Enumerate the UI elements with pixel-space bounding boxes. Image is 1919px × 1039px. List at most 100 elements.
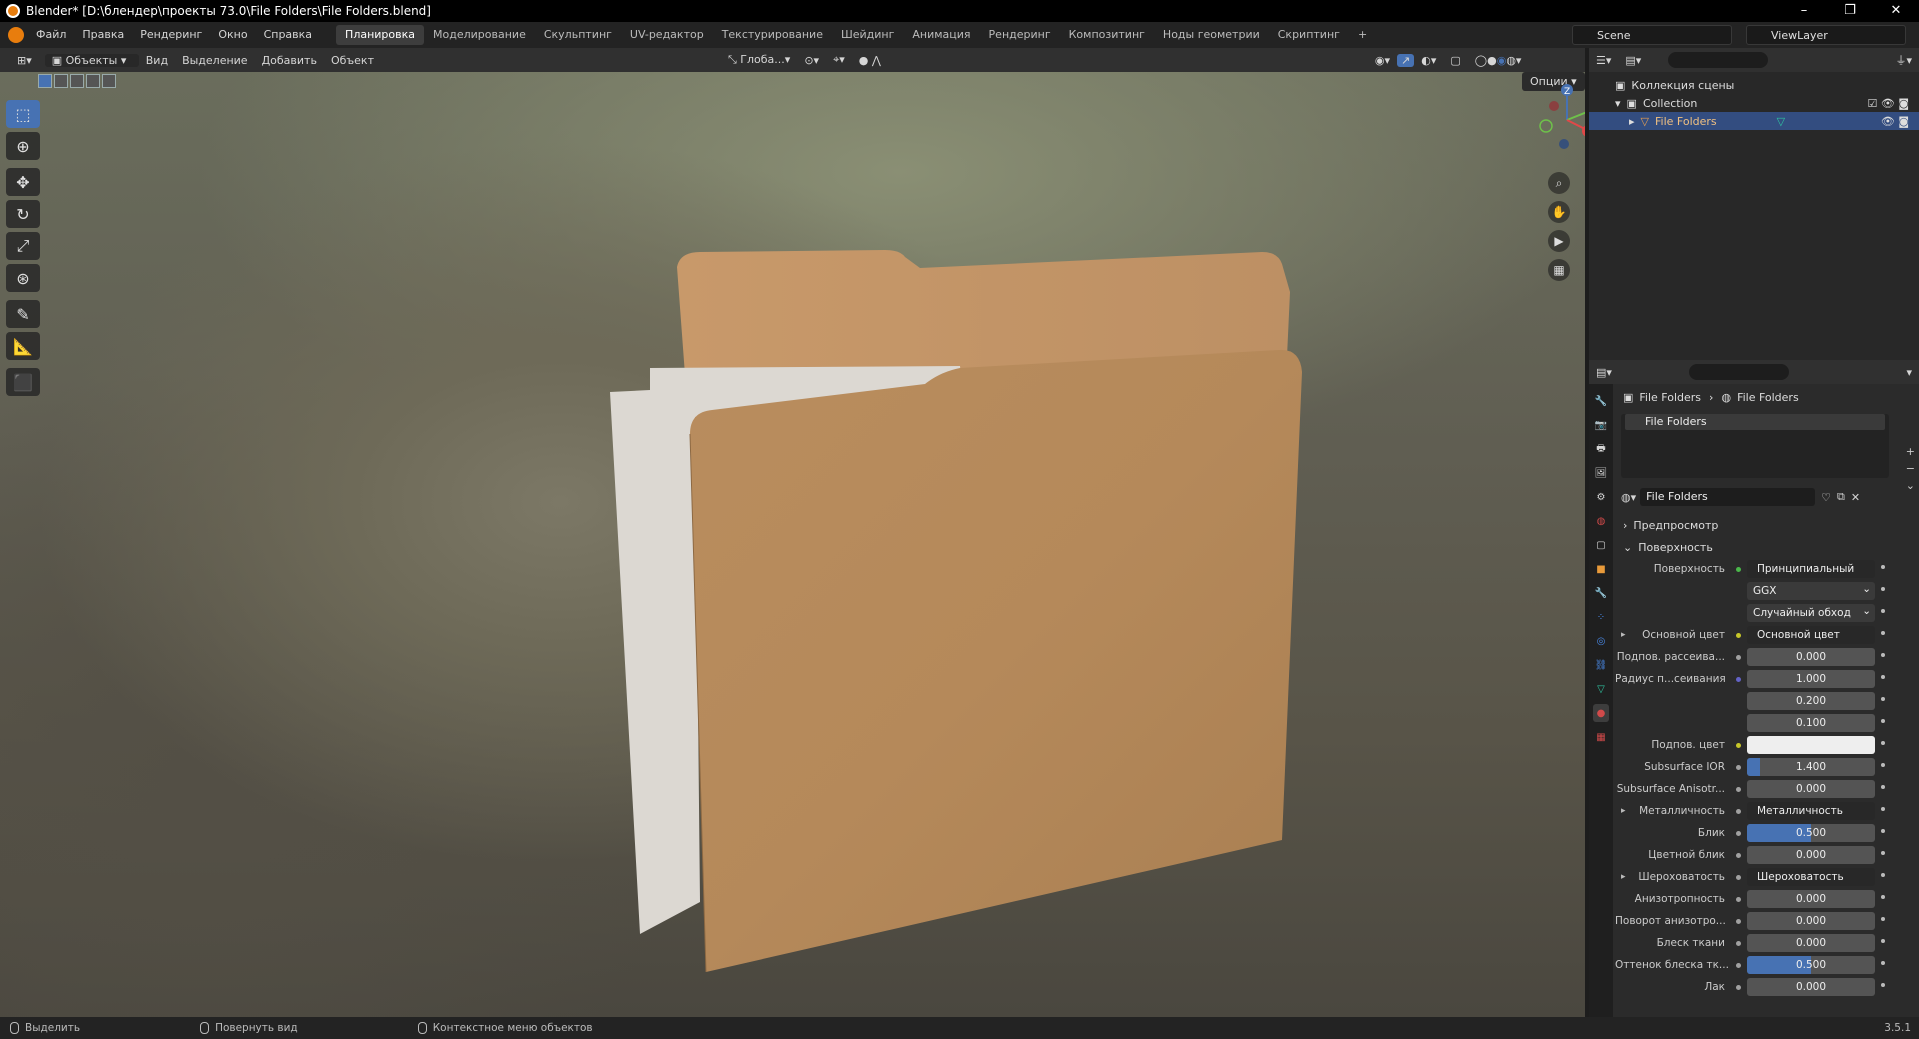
workspace-tab-uv[interactable]: UV-редактор (621, 25, 713, 45)
select-extend-icon[interactable] (54, 74, 68, 88)
socket-link-icon[interactable] (1733, 806, 1743, 816)
keyframe-dot-icon[interactable] (1881, 939, 1885, 943)
keyframe-dot-icon[interactable] (1881, 653, 1885, 657)
property-field[interactable]: 0.000 (1747, 934, 1875, 952)
keyframe-dot-icon[interactable] (1881, 829, 1885, 833)
socket-link-icon[interactable] (1733, 828, 1743, 838)
property-field[interactable]: 0.500 (1747, 824, 1875, 842)
property-field[interactable]: 0.000 (1747, 780, 1875, 798)
close-button[interactable]: ✕ (1873, 0, 1919, 22)
outliner-editor-type-icon[interactable]: ☰▾ (1589, 54, 1618, 67)
overlay-icon[interactable]: ◐▾ (1414, 54, 1443, 67)
socket-link-icon[interactable] (1733, 982, 1743, 992)
socket-link-icon[interactable] (1733, 718, 1743, 728)
material-tab-icon[interactable]: ● (1593, 704, 1609, 722)
keyframe-dot-icon[interactable] (1881, 917, 1885, 921)
select-subtract-icon[interactable] (70, 74, 84, 88)
property-field[interactable]: Металличность (1747, 802, 1875, 820)
property-field[interactable]: Основной цвет (1747, 626, 1875, 644)
material-name-field[interactable]: File Folders (1640, 488, 1816, 506)
physics-tab-icon[interactable]: ◎ (1593, 632, 1609, 650)
navigation-gizmo[interactable]: Z Y X (1532, 80, 1585, 150)
transform-tool-icon[interactable]: ⊛ (6, 264, 40, 292)
transform-orientation[interactable]: ⤡ Глоба...▾ (721, 53, 797, 67)
menu-add[interactable]: Добавить (255, 54, 324, 67)
outliner-search-input[interactable] (1668, 52, 1769, 68)
properties-search-input[interactable] (1688, 364, 1789, 380)
workspace-tab-shading[interactable]: Шейдинг (832, 25, 903, 45)
keyframe-dot-icon[interactable] (1881, 675, 1885, 679)
socket-link-icon[interactable] (1733, 630, 1743, 640)
keyframe-dot-icon[interactable] (1881, 631, 1885, 635)
menu-select[interactable]: Выделение (175, 54, 255, 67)
workspace-tab-rendering[interactable]: Рендеринг (980, 25, 1060, 45)
render-tab-icon[interactable]: 📷 (1593, 416, 1609, 434)
particles-tab-icon[interactable]: ⁘ (1593, 608, 1609, 626)
menu-help[interactable]: Справка (256, 22, 320, 48)
menu-file[interactable]: Файл (28, 22, 74, 48)
output-tab-icon[interactable]: 🖶 (1593, 440, 1609, 458)
socket-link-icon[interactable] (1733, 696, 1743, 706)
blender-menu-icon[interactable] (8, 27, 24, 43)
material-slot-item[interactable]: File Folders (1625, 414, 1885, 430)
socket-link-icon[interactable] (1733, 652, 1743, 662)
grid-perspective-icon[interactable]: ▦ (1548, 259, 1570, 281)
menu-render[interactable]: Рендеринг (132, 22, 210, 48)
add-workspace-button[interactable]: + (1349, 25, 1376, 45)
property-field[interactable]: 0.000 (1747, 978, 1875, 996)
gizmo-toggle-icon[interactable]: ↗ (1397, 53, 1415, 67)
cursor-tool-icon[interactable]: ⊕ (6, 132, 40, 160)
keyframe-dot-icon[interactable] (1881, 763, 1885, 767)
properties-editor-type-icon[interactable]: ▤▾ (1589, 366, 1619, 379)
3d-viewport[interactable]: Опции ▾ Z Y X ⌕ ✋ ▶ ▦ (0, 72, 1585, 1017)
texture-tab-icon[interactable]: ▦ (1593, 728, 1609, 746)
pan-hand-icon[interactable]: ✋ (1548, 201, 1570, 223)
socket-link-icon[interactable] (1733, 916, 1743, 926)
menu-object[interactable]: Объект (324, 54, 381, 67)
measure-tool-icon[interactable]: 📐 (6, 332, 40, 360)
keyframe-dot-icon[interactable] (1881, 587, 1885, 591)
property-field[interactable]: 0.000 (1747, 890, 1875, 908)
keyframe-dot-icon[interactable] (1881, 609, 1885, 613)
xray-icon[interactable]: ▢ (1443, 54, 1467, 67)
surface-panel-header[interactable]: ⌄ Поверхность (1615, 536, 1917, 558)
view-layer-tab-icon[interactable]: 🖼 (1593, 464, 1609, 482)
zoom-icon[interactable]: ⌕ (1548, 172, 1570, 194)
socket-link-icon[interactable] (1733, 894, 1743, 904)
property-dropdown[interactable]: GGX ⌄ (1747, 582, 1875, 600)
scene-selector[interactable]: Scene (1572, 25, 1732, 45)
workspace-tab-sculpting[interactable]: Скульптинг (535, 25, 621, 45)
visibility-icon[interactable]: ◉▾ (1368, 54, 1397, 67)
property-field[interactable]: 0.200 (1747, 692, 1875, 710)
minimize-button[interactable]: – (1781, 0, 1827, 22)
workspace-tab-geometry-nodes[interactable]: Ноды геометрии (1154, 25, 1269, 45)
add-slot-icon[interactable]: + (1906, 445, 1915, 458)
workspace-tab-compositing[interactable]: Композитинг (1060, 25, 1154, 45)
workspace-tab-texture[interactable]: Текстурирование (713, 25, 832, 45)
scale-tool-icon[interactable]: ⤢ (6, 232, 40, 260)
expand-arrow-icon[interactable]: ▸ (1629, 115, 1635, 128)
property-dropdown[interactable]: Случайный обход ⌄ (1747, 604, 1875, 622)
camera-icon[interactable]: ▶ (1548, 230, 1570, 252)
object-visibility-toggles[interactable]: 👁 ◙ (1881, 115, 1909, 128)
constraints-tab-icon[interactable]: ⛓ (1593, 656, 1609, 674)
workspace-tab-layout[interactable]: Планировка (336, 25, 425, 45)
object-tab-icon[interactable]: ■ (1593, 560, 1609, 578)
data-tab-icon[interactable]: ▽ (1593, 680, 1609, 698)
keyframe-dot-icon[interactable] (1881, 697, 1885, 701)
move-tool-icon[interactable]: ✥ (6, 168, 40, 196)
pivot-icon[interactable]: ⊙▾ (797, 54, 826, 67)
workspace-tab-scripting[interactable]: Скриптинг (1269, 25, 1349, 45)
shading-modes[interactable]: ◯●◉◍▾ (1468, 54, 1529, 67)
maximize-button[interactable]: ❐ (1827, 0, 1873, 22)
keyframe-dot-icon[interactable] (1881, 895, 1885, 899)
world-tab-icon[interactable]: ◍ (1593, 512, 1609, 530)
socket-link-icon[interactable] (1733, 784, 1743, 794)
view-layer-selector[interactable]: ViewLayer (1746, 25, 1906, 45)
socket-link-icon[interactable] (1733, 872, 1743, 882)
keyframe-dot-icon[interactable] (1881, 785, 1885, 789)
material-browse-icon[interactable]: ◍▾ (1621, 491, 1636, 504)
preview-panel-header[interactable]: › Предпросмотр (1615, 514, 1917, 536)
property-field[interactable]: 0.100 (1747, 714, 1875, 732)
socket-link-icon[interactable] (1733, 938, 1743, 948)
